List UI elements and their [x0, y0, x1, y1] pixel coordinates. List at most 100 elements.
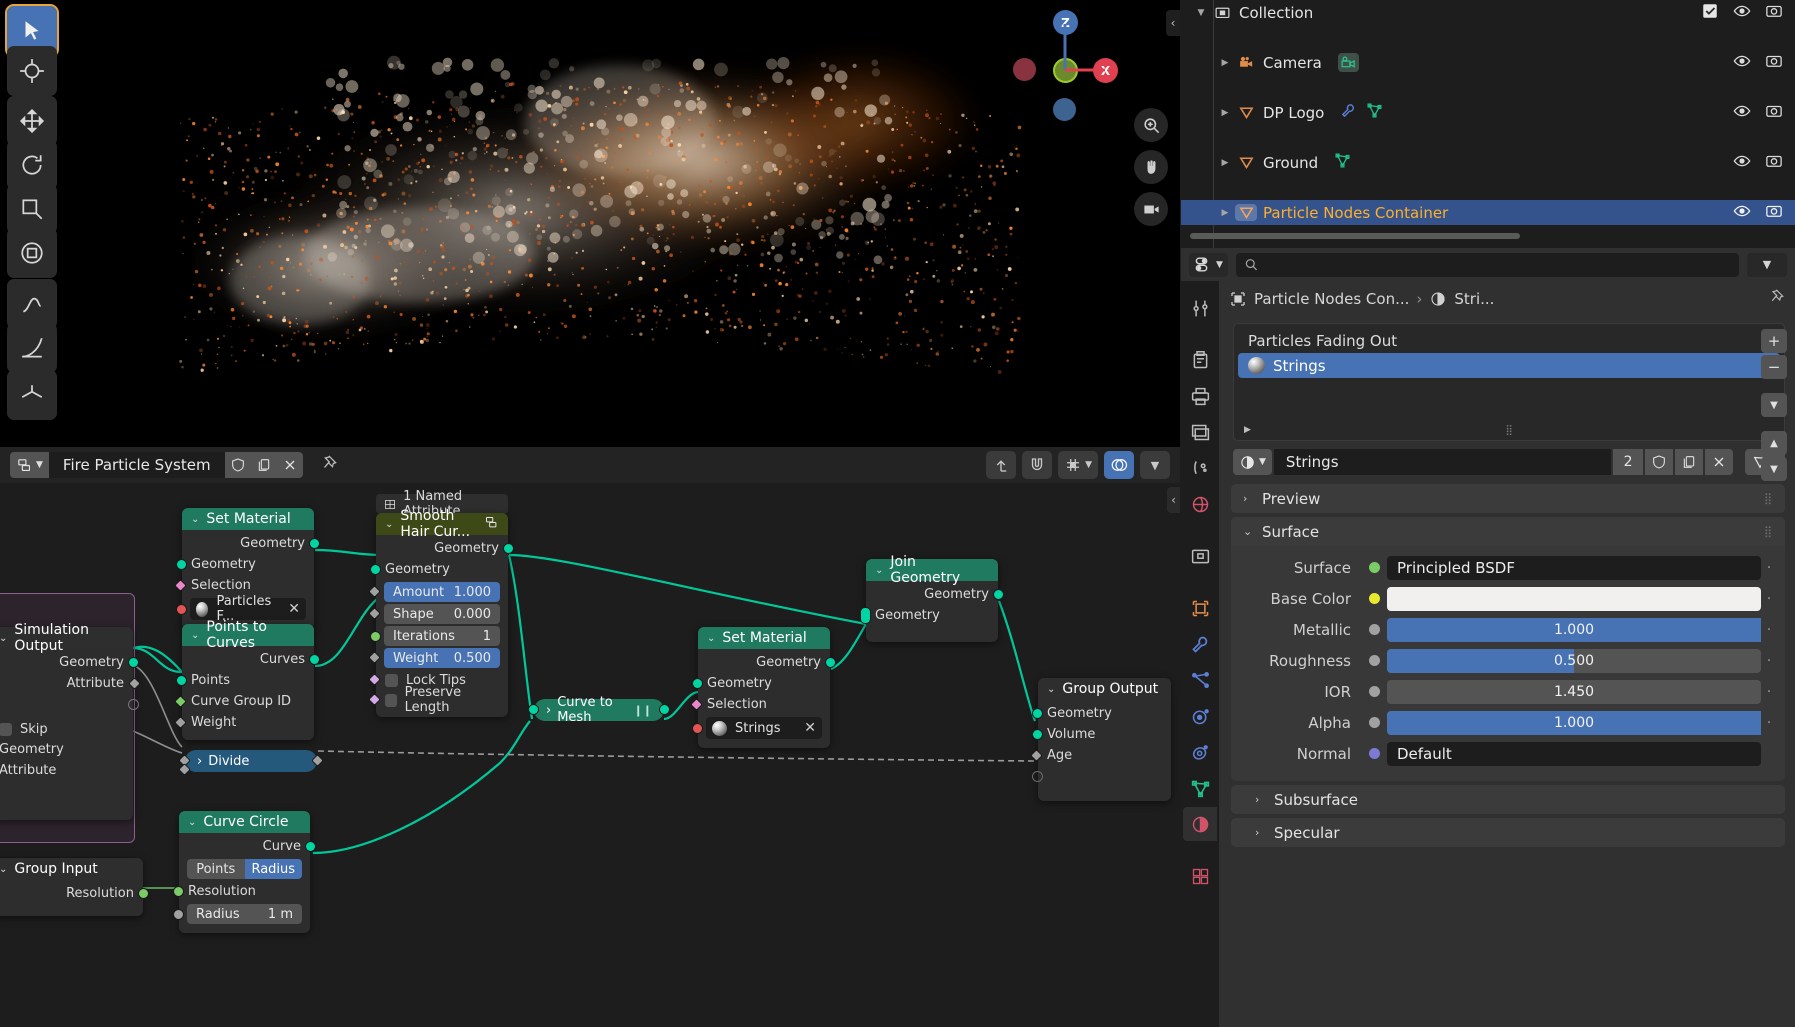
modifier-icon[interactable]: [1340, 102, 1357, 123]
property-row-alpha[interactable]: Alpha 1.000 ·: [1231, 709, 1785, 736]
gizmo-axis-neg-z[interactable]: [1053, 98, 1076, 121]
eye-icon[interactable]: [1733, 202, 1751, 224]
pin-icon[interactable]: [319, 454, 338, 477]
expand-triangle-icon[interactable]: ▶: [1215, 58, 1235, 68]
texture-tab[interactable]: [1183, 859, 1217, 893]
chevron-down-icon[interactable]: ⌄: [707, 633, 715, 644]
expand-triangle-icon[interactable]: ▶: [1215, 108, 1235, 118]
duplicate-icon[interactable]: [251, 452, 277, 478]
resize-grip-icon[interactable]: ⣿: [1505, 425, 1512, 436]
slot-menu-button[interactable]: ▼: [1761, 393, 1787, 417]
annotate-tool[interactable]: [7, 279, 57, 329]
cursor-tool[interactable]: [7, 46, 57, 96]
node-field-shape[interactable]: Shape 0.000: [384, 604, 500, 624]
node-tree-id-block[interactable]: ▼ Fire Particle System: [10, 452, 303, 478]
node-input-curve-group-id[interactable]: Curve Group ID: [182, 691, 314, 712]
socket-geometry-multi[interactable]: [860, 607, 871, 624]
eye-icon[interactable]: [1733, 152, 1751, 174]
metallic-slider[interactable]: 1.000: [1387, 618, 1761, 642]
roughness-slider[interactable]: 0.500: [1387, 649, 1761, 673]
node-join-geometry[interactable]: ⌄ Join Geometry Geometry Geometry: [866, 559, 998, 642]
fake-user-shield-icon[interactable]: [225, 452, 251, 478]
node-divide[interactable]: › Divide: [185, 750, 317, 772]
render-camera-icon[interactable]: [1765, 2, 1783, 24]
geometry-node-editor[interactable]: ▼ Fire Particle System ▼ ▼ ‹: [0, 447, 1180, 1027]
node-header[interactable]: ⌄ Set Material: [698, 627, 830, 649]
property-row-ior[interactable]: IOR 1.450 ·: [1231, 678, 1785, 705]
node-points-to-curves[interactable]: ⌄ Points to Curves Curves Points Curve G…: [182, 624, 314, 740]
property-row-surface[interactable]: Surface Principled BSDF ·: [1231, 554, 1785, 581]
node-output-geometry[interactable]: Geometry: [182, 533, 314, 554]
scene-tab[interactable]: [1183, 451, 1217, 485]
material-slot-buttons[interactable]: + − ▼ ▲ ▼: [1761, 329, 1787, 481]
node-header[interactable]: ⌄ Curve Circle: [179, 811, 310, 833]
expand-triangle-icon[interactable]: ▶: [1215, 158, 1235, 168]
chevron-right-icon[interactable]: ›: [546, 703, 551, 718]
node-input-geometry[interactable]: Geometry: [698, 673, 830, 694]
gizmo-axis-neg-x[interactable]: [1013, 58, 1036, 81]
gizmo-axis-z[interactable]: Z: [1053, 10, 1078, 35]
render-tab[interactable]: [1183, 343, 1217, 377]
socket-curve[interactable]: [305, 841, 316, 852]
collection-tab[interactable]: [1183, 539, 1217, 573]
socket-material[interactable]: [176, 604, 187, 615]
node-editor-header[interactable]: ▼ Fire Particle System ▼ ▼: [0, 447, 1180, 483]
checkbox-icon[interactable]: [1701, 2, 1719, 24]
node-curve-circle[interactable]: ⌄ Curve Circle Curve Points Radius Resol…: [179, 811, 310, 933]
socket-material[interactable]: [692, 723, 703, 734]
gizmo-axis-x[interactable]: X: [1093, 58, 1118, 83]
socket-empty[interactable]: [128, 699, 139, 710]
toggle-radius[interactable]: Radius: [245, 859, 303, 879]
socket-geometry[interactable]: [370, 564, 381, 575]
chevron-down-icon[interactable]: ⌄: [191, 630, 199, 641]
subsurface-panel-header[interactable]: › Subsurface: [1231, 785, 1785, 814]
material-browse-button[interactable]: ▼: [1233, 449, 1272, 475]
chevron-down-icon[interactable]: ⌄: [0, 864, 7, 875]
node-smooth-hair-curves[interactable]: ⌄ Smooth Hair Cur... Geometry Geometry: [376, 513, 508, 717]
material-slot-row[interactable]: Particles Fading Out: [1238, 328, 1780, 353]
animate-property-dot[interactable]: ·: [1761, 715, 1777, 731]
socket-geometry[interactable]: [1032, 708, 1043, 719]
measure-tool[interactable]: [7, 323, 57, 373]
socket-radius[interactable]: [173, 909, 184, 920]
add-slot-button[interactable]: +: [1761, 329, 1787, 353]
properties-options-dropdown[interactable]: ▼: [1747, 253, 1787, 277]
filter-dropdown[interactable]: ▼: [1189, 253, 1228, 277]
surface-properties[interactable]: Surface Principled BSDF · Base Color · M…: [1231, 546, 1785, 781]
animate-property-dot[interactable]: ·: [1761, 591, 1777, 607]
scale-tool[interactable]: [7, 184, 57, 234]
chevron-right-icon[interactable]: ›: [197, 754, 202, 769]
panel-grip-icon[interactable]: ⣿: [1764, 492, 1773, 505]
outliner-row-toggles[interactable]: [1733, 202, 1783, 224]
render-camera-icon[interactable]: [1765, 102, 1783, 124]
pin-icon[interactable]: [1767, 288, 1785, 310]
chevron-down-icon[interactable]: ⌄: [875, 565, 883, 576]
properties-editor[interactable]: ▼ ▼: [1181, 248, 1795, 1027]
outliner-row-data[interactable]: [1334, 152, 1351, 173]
outliner-row-toggles[interactable]: [1701, 2, 1783, 24]
unlink-x-icon[interactable]: ✕: [804, 720, 816, 736]
physics-tab[interactable]: [1183, 699, 1217, 733]
socket-points[interactable]: [176, 675, 187, 686]
property-row-normal[interactable]: Normal Default ·: [1231, 740, 1785, 767]
node-tree-name-field[interactable]: Fire Particle System: [49, 452, 225, 478]
eye-icon[interactable]: [1733, 52, 1751, 74]
socket-curves[interactable]: [309, 654, 320, 665]
slot-list-footer[interactable]: ▶ ⣿: [1234, 422, 1784, 438]
node-input-empty[interactable]: [1038, 766, 1171, 787]
render-camera-icon[interactable]: [1765, 202, 1783, 224]
socket-resolution[interactable]: [173, 886, 184, 897]
expand-triangle-icon[interactable]: ▶: [1215, 208, 1235, 218]
property-row-metallic[interactable]: Metallic 1.000 ·: [1231, 616, 1785, 643]
node-input-attribute[interactable]: Attribute: [0, 760, 133, 781]
chevron-down-icon[interactable]: ⌄: [0, 633, 7, 644]
outliner-row-dp-logo[interactable]: ▶ DP Logo: [1181, 100, 1795, 125]
move-slot-down-button[interactable]: ▼: [1761, 457, 1787, 481]
node-material-field[interactable]: Particles F... ✕: [190, 598, 306, 620]
node-output-attribute[interactable]: Attribute: [0, 673, 133, 694]
checkbox-icon[interactable]: [385, 694, 397, 707]
fake-user-shield-icon[interactable]: [1645, 449, 1673, 475]
world-tab[interactable]: [1183, 487, 1217, 521]
checkbox-icon[interactable]: [385, 674, 398, 687]
node-output-empty[interactable]: [0, 694, 133, 715]
